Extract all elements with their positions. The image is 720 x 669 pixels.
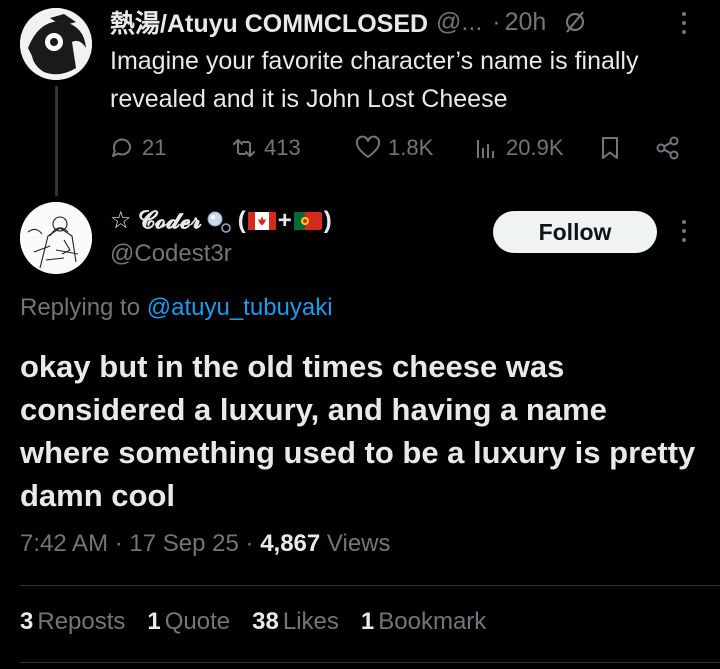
avatar-sketch [20, 202, 92, 274]
reply-handle[interactable]: @Codest3r [110, 240, 232, 268]
replying-to-line: Replying to @atuyu_tubuyaki [20, 294, 333, 322]
more-options-icon[interactable] [679, 12, 689, 34]
thread-line [55, 86, 58, 196]
reply-name-plus: + [277, 206, 292, 234]
bookmarks-label: Bookmark [378, 608, 487, 635]
tweet-views-label: Views [326, 530, 391, 557]
like-count: 1.8K [388, 135, 434, 160]
reply-display-name[interactable]: ☆ 𝓒𝓸𝓭𝓮𝓻 ( + ) [110, 206, 332, 235]
like-action[interactable]: 1.8K [354, 130, 433, 166]
bookmarks-count: 1 [360, 608, 375, 635]
divider [20, 585, 720, 586]
reposts-label: Reposts [37, 608, 126, 635]
replying-to-mention[interactable]: @atuyu_tubuyaki [147, 294, 333, 321]
likes-label: Likes [282, 608, 339, 635]
views-count: 20.9K [506, 135, 564, 160]
repost-count: 413 [264, 135, 301, 160]
repost-icon [233, 139, 255, 157]
share-icon [656, 136, 679, 160]
reply-action[interactable]: 21 [108, 130, 166, 166]
reply-name-open-paren: ( [237, 206, 246, 234]
parent-timestamp[interactable]: 20h [505, 8, 547, 37]
divider [20, 662, 720, 663]
meta-dot: · [114, 530, 123, 557]
heart-icon [355, 135, 381, 158]
bookmark-action[interactable] [596, 130, 624, 166]
reply-name-text: ☆ 𝓒𝓸𝓭𝓮𝓻 [110, 207, 202, 234]
parent-display-name[interactable]: 熱湯/Atuyu COMMCLOSED [110, 4, 428, 40]
slashed-circle-icon [562, 9, 588, 35]
reply-avatar[interactable] [20, 202, 92, 274]
views-action[interactable]: 20.9K [472, 130, 564, 166]
avatar-illustration [20, 8, 92, 80]
parent-action-bar: 21 413 1.8K 20.9K [108, 130, 688, 166]
likes-stat[interactable]: 38 Likes [252, 608, 339, 636]
bookmark-icon [602, 137, 618, 159]
quotes-label: Quote [164, 608, 231, 635]
likes-count: 38 [252, 608, 279, 635]
bookmarks-stat[interactable]: 1 Bookmark [361, 608, 486, 636]
replying-to-label: Replying to [20, 294, 141, 321]
repost-action[interactable]: 413 [230, 130, 301, 166]
tweet-views-count: 4,867 [260, 530, 321, 557]
tweet-date[interactable]: 17 Sep 25 [129, 530, 238, 557]
parent-tweet-text: Imagine your favorite character’s name i… [110, 47, 639, 113]
tweet-meta: 7:42 AM · 17 Sep 25 · 4,867 Views [20, 530, 391, 558]
engagement-stats: 3 Reposts 1 Quote 38 Likes 1 Bookmark [20, 608, 508, 636]
reply-count: 21 [142, 135, 167, 160]
meta-dot: · [245, 530, 254, 557]
reposts-count: 3 [20, 608, 34, 635]
reply-tweet-text: okay but in the old times cheese was con… [20, 349, 696, 513]
portugal-flag-icon [293, 211, 322, 230]
bubbles-emoji-icon [207, 211, 231, 233]
share-action[interactable] [654, 130, 682, 166]
reposts-stat[interactable]: 3 Reposts [20, 608, 125, 636]
canada-flag-icon [247, 211, 276, 230]
parent-avatar[interactable] [20, 8, 92, 80]
parent-handle[interactable]: @... [436, 8, 482, 37]
quotes-stat[interactable]: 1 Quote [147, 608, 230, 636]
analytics-icon [477, 140, 494, 158]
reply-name-close-paren: ) [323, 206, 332, 234]
reply-more-options-icon[interactable] [679, 220, 689, 242]
follow-button[interactable]: Follow [493, 211, 657, 253]
reply-icon [112, 138, 131, 157]
tweet-time[interactable]: 7:42 AM [20, 530, 108, 557]
parent-separator: · [492, 7, 501, 36]
quotes-count: 1 [147, 608, 161, 635]
parent-header: 熱湯/Atuyu COMMCLOSED @... · 20h [110, 6, 588, 38]
